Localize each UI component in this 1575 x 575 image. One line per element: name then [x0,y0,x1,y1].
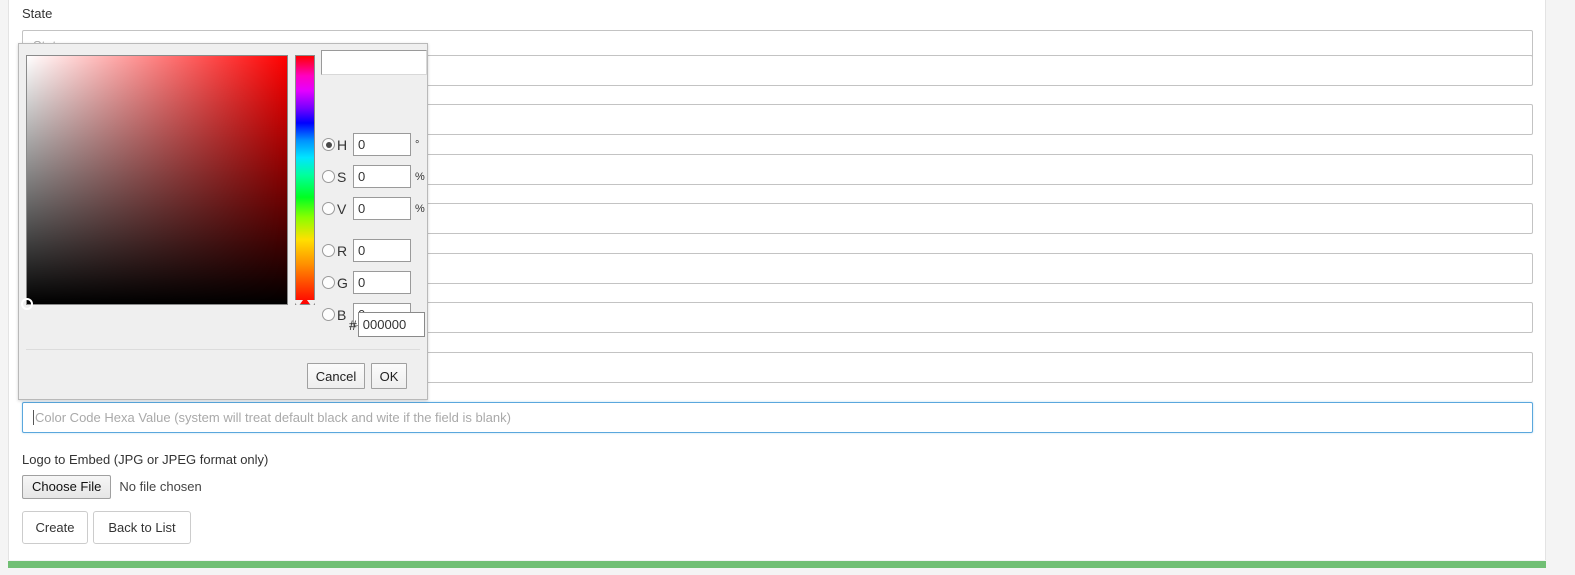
footer-accent-bar [8,561,1546,568]
sv-selection-cursor[interactable] [21,298,33,310]
picker-divider [26,349,420,350]
channel-row-r: R [322,238,427,263]
channel-unit-s: % [415,170,425,183]
color-preview-swatch [321,50,427,75]
color-code-placeholder: Color Code Hexa Value (system will treat… [35,410,511,425]
state-field-label: State [22,6,53,21]
choose-file-button[interactable]: Choose File [22,475,112,499]
channel-label-r: R [337,242,348,259]
channel-row-s: S% [322,164,427,189]
hex-value-input[interactable] [357,312,425,337]
channel-input-h[interactable] [353,133,411,156]
channel-unit-v: % [415,202,425,215]
hash-symbol: # [349,316,357,333]
cancel-button[interactable]: Cancel [307,363,365,389]
hue-slider[interactable] [295,55,315,305]
channel-input-r[interactable] [353,239,411,262]
color-picker-popup[interactable]: H°S%V%RGB # Cancel OK [18,43,428,400]
ok-button[interactable]: OK [371,363,407,389]
create-button[interactable]: Create [22,511,88,544]
channel-row-v: V% [322,196,427,221]
text-caret [33,410,34,425]
color-code-hex-input[interactable]: Color Code Hexa Value (system will treat… [22,402,1533,433]
channel-input-v[interactable] [353,197,411,220]
saturation-value-gradient[interactable] [21,55,288,310]
channel-label-s: S [337,168,347,185]
radio-g[interactable] [322,276,335,289]
logo-upload-label: Logo to Embed (JPG or JPEG format only) [22,452,269,467]
back-to-list-button[interactable]: Back to List [93,511,191,544]
channel-label-h: H [337,136,348,153]
no-file-chosen-text: No file chosen [119,479,202,495]
channel-input-g[interactable] [353,271,411,294]
channel-row-g: G [322,270,427,295]
channel-row-h: H° [322,132,427,157]
radio-v[interactable] [322,202,335,215]
channel-input-s[interactable] [353,165,411,188]
radio-b[interactable] [322,308,335,321]
app-screen: State State Color Code Hexa Value (syste… [0,0,1575,575]
radio-h[interactable] [322,138,335,151]
radio-r[interactable] [322,244,335,257]
footer-spacer [8,568,1546,575]
radio-s[interactable] [322,170,335,183]
hex-value-row: # [349,312,425,337]
hue-slider-handle[interactable] [293,300,317,308]
file-upload-row: Choose File No file chosen [22,475,202,499]
channel-unit-h: ° [415,138,420,151]
channel-label-v: V [337,200,347,217]
channel-label-g: G [337,274,348,291]
